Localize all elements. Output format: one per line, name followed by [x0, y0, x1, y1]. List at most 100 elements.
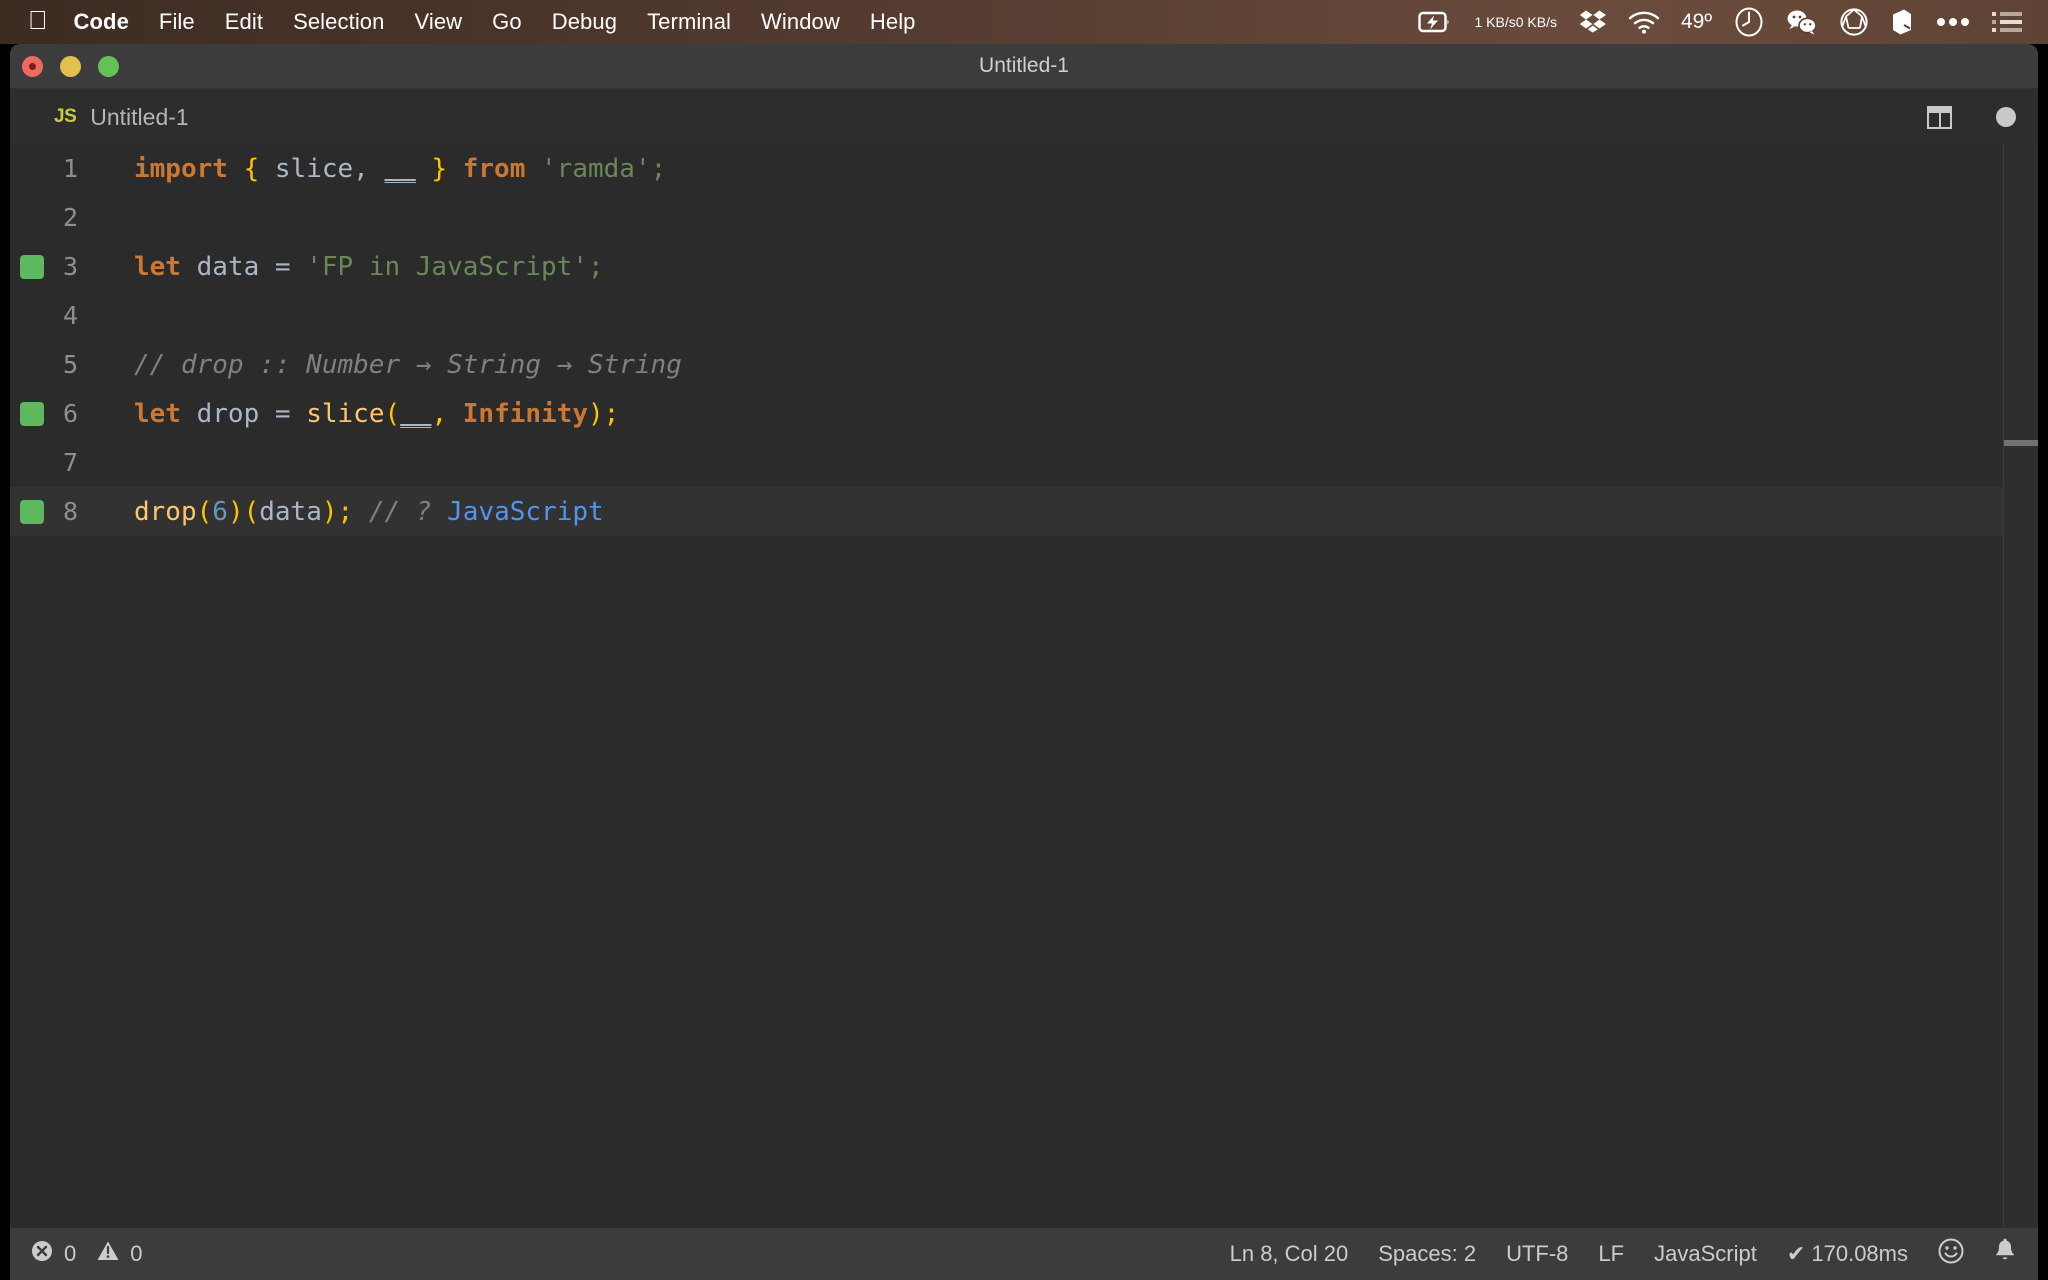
- token-brace-open: {: [243, 153, 260, 184]
- line-number: 4: [62, 301, 78, 330]
- token-let: let: [134, 398, 181, 429]
- editor-scrollbar-thumb[interactable]: [2004, 440, 2038, 446]
- token-slice-call: slice: [306, 398, 385, 429]
- token-paren-close: ): [321, 496, 338, 527]
- split-editor-icon[interactable]: [1927, 105, 1952, 129]
- code-line-5[interactable]: 5 // drop :: Number → String → String: [10, 340, 2038, 389]
- error-circle-icon[interactable]: [30, 1239, 54, 1269]
- line-number: 5: [62, 350, 78, 379]
- token-drop-decl: drop =: [180, 398, 307, 429]
- token-paren-group: )(: [227, 496, 260, 527]
- menu-item-terminal[interactable]: Terminal: [647, 9, 731, 35]
- code-editor[interactable]: 1 import { slice, __ } from 'ramda'; 2 3…: [10, 144, 2038, 1228]
- token-from: from: [462, 153, 526, 184]
- code-line-8[interactable]: 8 drop(6)(data); // ? JavaScript: [10, 487, 2038, 536]
- editor-minimap[interactable]: [2003, 144, 2038, 1228]
- token-data-decl: data =: [180, 251, 307, 282]
- ellipsis-icon[interactable]: [1936, 16, 1970, 28]
- code-text-line-3: let data = 'FP in JavaScript';: [92, 252, 604, 282]
- apple-logo-icon[interactable]: : [28, 7, 48, 33]
- token-number-6: 6: [212, 496, 228, 527]
- control-center-icon[interactable]: [1992, 10, 2022, 34]
- token-module-ramda: 'ramda';: [541, 153, 667, 184]
- wechat-icon[interactable]: [1786, 9, 1818, 35]
- code-text-line-1: import { slice, __ } from 'ramda';: [92, 154, 666, 184]
- code-line-7[interactable]: 7: [10, 438, 2038, 487]
- token-string-fp: 'FP in JavaScript';: [306, 251, 604, 282]
- battery-charging-icon[interactable]: [1418, 10, 1452, 34]
- tab-untitled-1[interactable]: JS Untitled-1: [10, 89, 215, 145]
- clock-icon[interactable]: [1734, 7, 1764, 37]
- code-line-6[interactable]: 6 let drop = slice(__, Infinity);: [10, 389, 2038, 438]
- token-let: let: [134, 251, 181, 282]
- menu-item-go[interactable]: Go: [492, 9, 522, 35]
- network-speed-indicator[interactable]: 1 KB/s 0 KB/s: [1474, 14, 1557, 30]
- quokka-gutter-indicator: [20, 254, 44, 279]
- file-encoding[interactable]: UTF-8: [1506, 1241, 1568, 1267]
- cube-icon[interactable]: [1890, 8, 1914, 36]
- code-text-line-8: drop(6)(data); // ? JavaScript: [92, 497, 604, 527]
- macos-menu-bar:  Code File Edit Selection View Go Debug…: [0, 0, 2048, 44]
- window-title: Untitled-1: [979, 54, 1069, 77]
- line-number: 7: [62, 448, 78, 477]
- smiley-icon[interactable]: [1938, 1238, 1964, 1270]
- menu-item-selection[interactable]: Selection: [293, 9, 384, 35]
- wifi-icon[interactable]: [1628, 11, 1659, 34]
- token-paren-open: (: [196, 496, 213, 527]
- dropbox-icon[interactable]: [1579, 9, 1607, 35]
- indentation-setting[interactable]: Spaces: 2: [1378, 1241, 1476, 1267]
- code-line-1[interactable]: 1 import { slice, __ } from 'ramda';: [10, 144, 2038, 193]
- quokka-runtime[interactable]: ✔ 170.08ms: [1787, 1241, 1908, 1267]
- code-text-line-6: let drop = slice(__, Infinity);: [92, 399, 619, 429]
- menu-item-code[interactable]: Code: [74, 9, 129, 35]
- menu-item-window[interactable]: Window: [761, 9, 840, 35]
- code-line-3[interactable]: 3 let data = 'FP in JavaScript';: [10, 242, 2038, 291]
- warning-count[interactable]: 0: [130, 1241, 142, 1267]
- quokka-gutter-indicator: [20, 401, 44, 426]
- code-line-4[interactable]: 4: [10, 291, 2038, 340]
- unsaved-dot-icon[interactable]: [1996, 107, 2016, 127]
- editor-actions: [1927, 105, 2016, 129]
- line-number: 1: [62, 154, 78, 183]
- token-placeholder: __: [400, 398, 432, 429]
- token-brace-close: }: [431, 153, 448, 184]
- token-infinity: Infinity: [462, 398, 588, 429]
- end-of-line-sequence[interactable]: LF: [1598, 1241, 1624, 1267]
- token-slice-import: slice,: [259, 153, 385, 184]
- vscode-window: Untitled-1 JS Untitled-1 1 import { slic…: [10, 44, 2038, 1280]
- aperture-icon[interactable]: [1840, 8, 1868, 36]
- minimize-window-button[interactable]: [60, 55, 81, 77]
- token-semicolon: ;: [603, 398, 620, 429]
- status-bar: 0 0 Ln 8, Col 20 Spaces: 2 UTF-8 LF Java…: [10, 1228, 2038, 1280]
- token-paren-close: ): [588, 398, 604, 429]
- status-bar-right: Ln 8, Col 20 Spaces: 2 UTF-8 LF JavaScri…: [1230, 1238, 2016, 1270]
- tab-label: Untitled-1: [90, 103, 189, 130]
- menubar-status-tray: 1 KB/s 0 KB/s 49º: [1418, 7, 2022, 37]
- quokka-gutter-indicator: [20, 499, 44, 524]
- warning-triangle-icon[interactable]: [96, 1239, 120, 1269]
- token-drop-call: drop: [134, 496, 197, 527]
- close-window-button[interactable]: [22, 55, 43, 77]
- menu-item-help[interactable]: Help: [870, 9, 916, 35]
- error-count[interactable]: 0: [64, 1241, 76, 1267]
- token-semicolon: ;: [337, 496, 354, 527]
- code-line-2[interactable]: 2: [10, 193, 2038, 242]
- menu-item-edit[interactable]: Edit: [225, 9, 263, 35]
- cursor-position[interactable]: Ln 8, Col 20: [1230, 1241, 1349, 1267]
- zoom-window-button[interactable]: [98, 55, 119, 77]
- menu-item-file[interactable]: File: [159, 9, 195, 35]
- token-quokka-result: JavaScript: [447, 496, 604, 527]
- menu-item-view[interactable]: View: [414, 9, 462, 35]
- token-import: import: [134, 153, 228, 184]
- editor-tab-bar: JS Untitled-1: [10, 89, 2038, 145]
- code-text-line-5: // drop :: Number → String → String: [134, 349, 682, 380]
- token-inline-comment: // ?: [353, 496, 448, 527]
- token-placeholder: __: [384, 153, 416, 184]
- menu-item-debug[interactable]: Debug: [552, 9, 617, 35]
- bell-icon[interactable]: [1994, 1238, 2016, 1270]
- language-mode[interactable]: JavaScript: [1654, 1241, 1757, 1267]
- window-traffic-lights: [22, 44, 119, 88]
- temperature-indicator[interactable]: 49º: [1681, 10, 1712, 34]
- token-comma: ,: [431, 398, 463, 429]
- status-bar-left: 0 0: [30, 1239, 143, 1269]
